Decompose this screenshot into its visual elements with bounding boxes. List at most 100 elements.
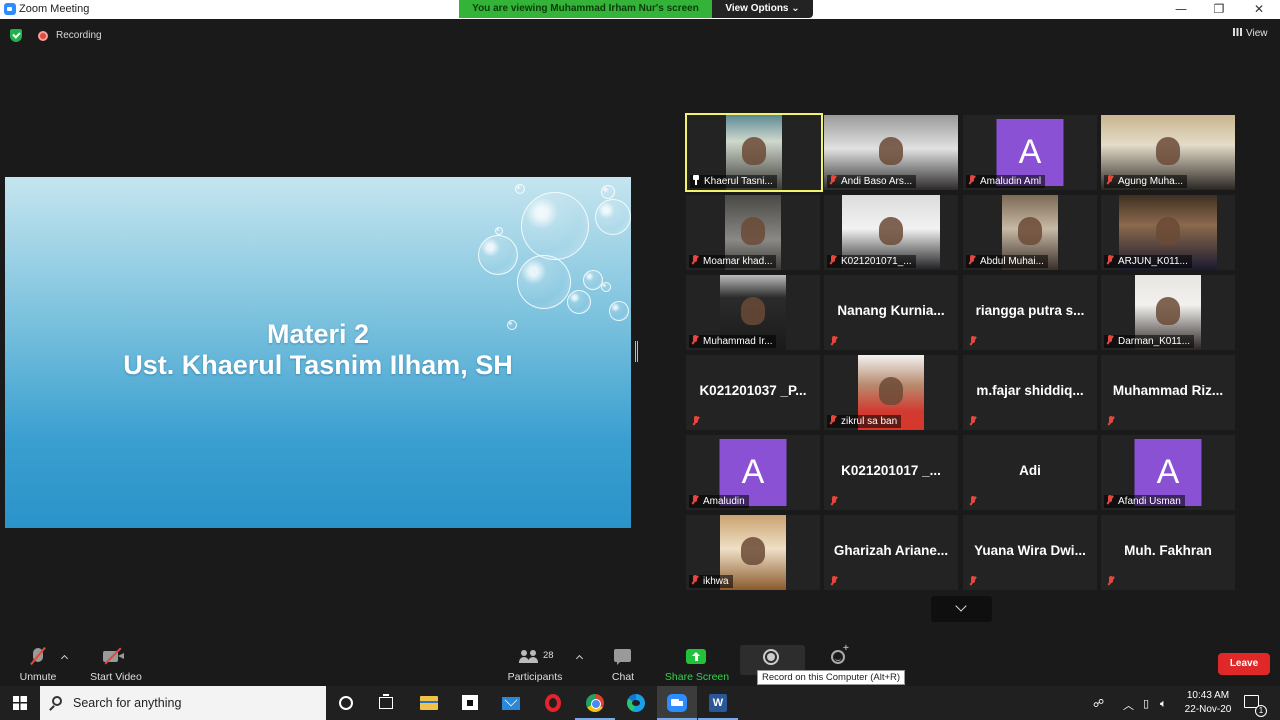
participants-options-caret-icon[interactable] xyxy=(575,654,584,663)
taskbar-search-box[interactable]: Search for anything xyxy=(40,686,326,720)
participant-tile[interactable]: ARJUN_K011... xyxy=(1101,195,1235,270)
zoom-app-icon xyxy=(4,3,16,15)
participant-tile[interactable]: Darman_K011... xyxy=(1101,275,1235,350)
participant-name-label: Muhammad Ir... xyxy=(689,335,777,348)
microphone-muted-icon xyxy=(1106,255,1114,265)
bubble-decoration xyxy=(517,255,571,309)
participant-tile[interactable]: A Afandi Usman xyxy=(1101,435,1235,510)
recording-label: Recording xyxy=(56,30,102,41)
participant-tile[interactable]: K021201037 _P... xyxy=(686,355,820,430)
bubble-decoration xyxy=(515,184,525,194)
participant-face xyxy=(879,377,903,405)
record-icon xyxy=(763,649,779,665)
participant-tile[interactable]: Agung Muha... xyxy=(1101,115,1235,190)
meeting-status-bar: Recording View xyxy=(0,19,1280,59)
participant-name-display: K021201037 _P... xyxy=(699,383,807,398)
edge-button[interactable] xyxy=(616,686,656,720)
start-video-label: Start Video xyxy=(90,671,142,683)
bubble-decoration xyxy=(601,185,615,199)
task-view-icon xyxy=(379,694,393,709)
participant-tile[interactable]: m.fajar shiddiq... xyxy=(963,355,1097,430)
unmute-button[interactable]: Unmute xyxy=(0,640,80,686)
shared-screen-slide: Materi 2 Ust. Khaerul Tasnim Ilham, SH xyxy=(5,177,631,528)
participant-tile[interactable]: zikrul sa ban xyxy=(824,355,958,430)
view-label: View xyxy=(1246,28,1268,39)
chat-icon xyxy=(614,649,631,665)
participant-tile[interactable]: Adi xyxy=(963,435,1097,510)
participant-name: zikrul sa ban xyxy=(841,416,898,427)
microphone-muted-icon xyxy=(1106,175,1114,185)
participant-face xyxy=(741,297,765,325)
meeting-toolbar: Unmute Start Video 28 Participants Chat … xyxy=(0,640,1280,686)
participant-face xyxy=(879,137,903,165)
start-button[interactable] xyxy=(0,686,40,720)
microphone-muted-icon xyxy=(1106,335,1114,345)
participant-tile[interactable]: Andi Baso Ars... xyxy=(824,115,958,190)
opera-button[interactable] xyxy=(533,686,573,720)
file-explorer-button[interactable] xyxy=(409,686,449,720)
participant-tile[interactable]: riangga putra s... xyxy=(963,275,1097,350)
encryption-shield-icon[interactable] xyxy=(10,29,22,42)
participant-tile[interactable]: Abdul Muhai... xyxy=(963,195,1097,270)
word-button[interactable]: W xyxy=(698,686,738,720)
taskbar-clock[interactable]: 10:43 AM 22-Nov-20 xyxy=(1178,689,1238,717)
recording-dot-icon xyxy=(38,31,48,41)
chat-button[interactable]: Chat xyxy=(583,640,663,686)
chrome-button[interactable] xyxy=(575,686,615,720)
cortana-button[interactable] xyxy=(326,686,366,720)
participant-tile[interactable]: Muhammad Ir... xyxy=(686,275,820,350)
windows-taskbar: Search for anything W ☍ ︿ ▯ 🔈︎ 10:43 AM … xyxy=(0,686,1280,720)
participant-name-display: Gharizah Ariane... xyxy=(833,543,949,558)
show-hidden-icons-chevron-icon[interactable]: ︿ xyxy=(1123,697,1134,713)
participant-name-label: Agung Muha... xyxy=(1104,175,1188,188)
minimize-button[interactable]: — xyxy=(1161,0,1201,19)
view-options-button[interactable]: View Options ⌄ xyxy=(712,0,813,18)
start-video-button[interactable]: Start Video xyxy=(76,640,156,686)
bubble-decoration xyxy=(601,282,611,292)
task-view-button[interactable] xyxy=(366,686,406,720)
participant-tile[interactable]: Gharizah Ariane... xyxy=(824,515,958,590)
store-icon xyxy=(462,695,478,710)
participant-tile[interactable]: A Amaludin Aml xyxy=(963,115,1097,190)
participant-tile[interactable]: Moamar khad... xyxy=(686,195,820,270)
participant-tile[interactable]: Muhammad Riz... xyxy=(1101,355,1235,430)
reactions-icon[interactable] xyxy=(831,643,849,664)
participant-name-label: Amaludin xyxy=(689,495,749,508)
participant-face xyxy=(879,217,903,245)
participant-name: K021201071_... xyxy=(841,256,912,267)
store-button[interactable] xyxy=(450,686,490,720)
participant-name-label: K021201071_... xyxy=(827,255,916,268)
speaker-icon[interactable]: 🔈︎ xyxy=(1160,697,1167,711)
participant-tile[interactable]: Muh. Fakhran xyxy=(1101,515,1235,590)
participants-button[interactable]: 28 Participants xyxy=(495,640,575,686)
bubble-decoration xyxy=(495,227,503,235)
participant-name-label: Andi Baso Ars... xyxy=(827,175,917,188)
cortana-circle-icon xyxy=(339,696,353,710)
participant-name-label: Khaerul Tasni... xyxy=(690,175,777,188)
microphone-muted-icon xyxy=(968,175,976,185)
participant-name: Amaludin xyxy=(703,496,745,507)
participant-tile[interactable]: Khaerul Tasni... xyxy=(685,113,823,192)
close-button[interactable]: ✕ xyxy=(1239,0,1279,19)
participant-tile[interactable]: A Amaludin xyxy=(686,435,820,510)
share-screen-button[interactable]: Share Screen xyxy=(657,640,737,686)
microphone-muted-icon xyxy=(1107,416,1115,426)
panel-resize-handle[interactable] xyxy=(635,341,638,362)
microphone-muted-icon xyxy=(691,335,699,345)
battery-icon[interactable]: ▯ xyxy=(1143,697,1149,710)
people-icon[interactable]: ☍ xyxy=(1093,697,1104,710)
participant-name-label: Darman_K011... xyxy=(1104,335,1195,348)
participant-tile[interactable]: Yuana Wira Dwi... xyxy=(963,515,1097,590)
zoom-taskbar-button[interactable] xyxy=(657,686,697,720)
gallery-scroll-down-button[interactable] xyxy=(931,596,992,622)
maximize-button[interactable]: ❐ xyxy=(1199,0,1239,19)
mail-button[interactable] xyxy=(491,686,531,720)
participant-tile[interactable]: K021201017 _... xyxy=(824,435,958,510)
participant-tile[interactable]: K021201071_... xyxy=(824,195,958,270)
leave-button[interactable]: Leave xyxy=(1218,653,1270,675)
search-icon xyxy=(52,696,62,706)
participant-tile[interactable]: Nanang Kurnia... xyxy=(824,275,958,350)
participant-tile[interactable]: ikhwa xyxy=(686,515,820,590)
view-button[interactable]: View xyxy=(1233,28,1268,39)
participant-name: Darman_K011... xyxy=(1118,336,1191,347)
